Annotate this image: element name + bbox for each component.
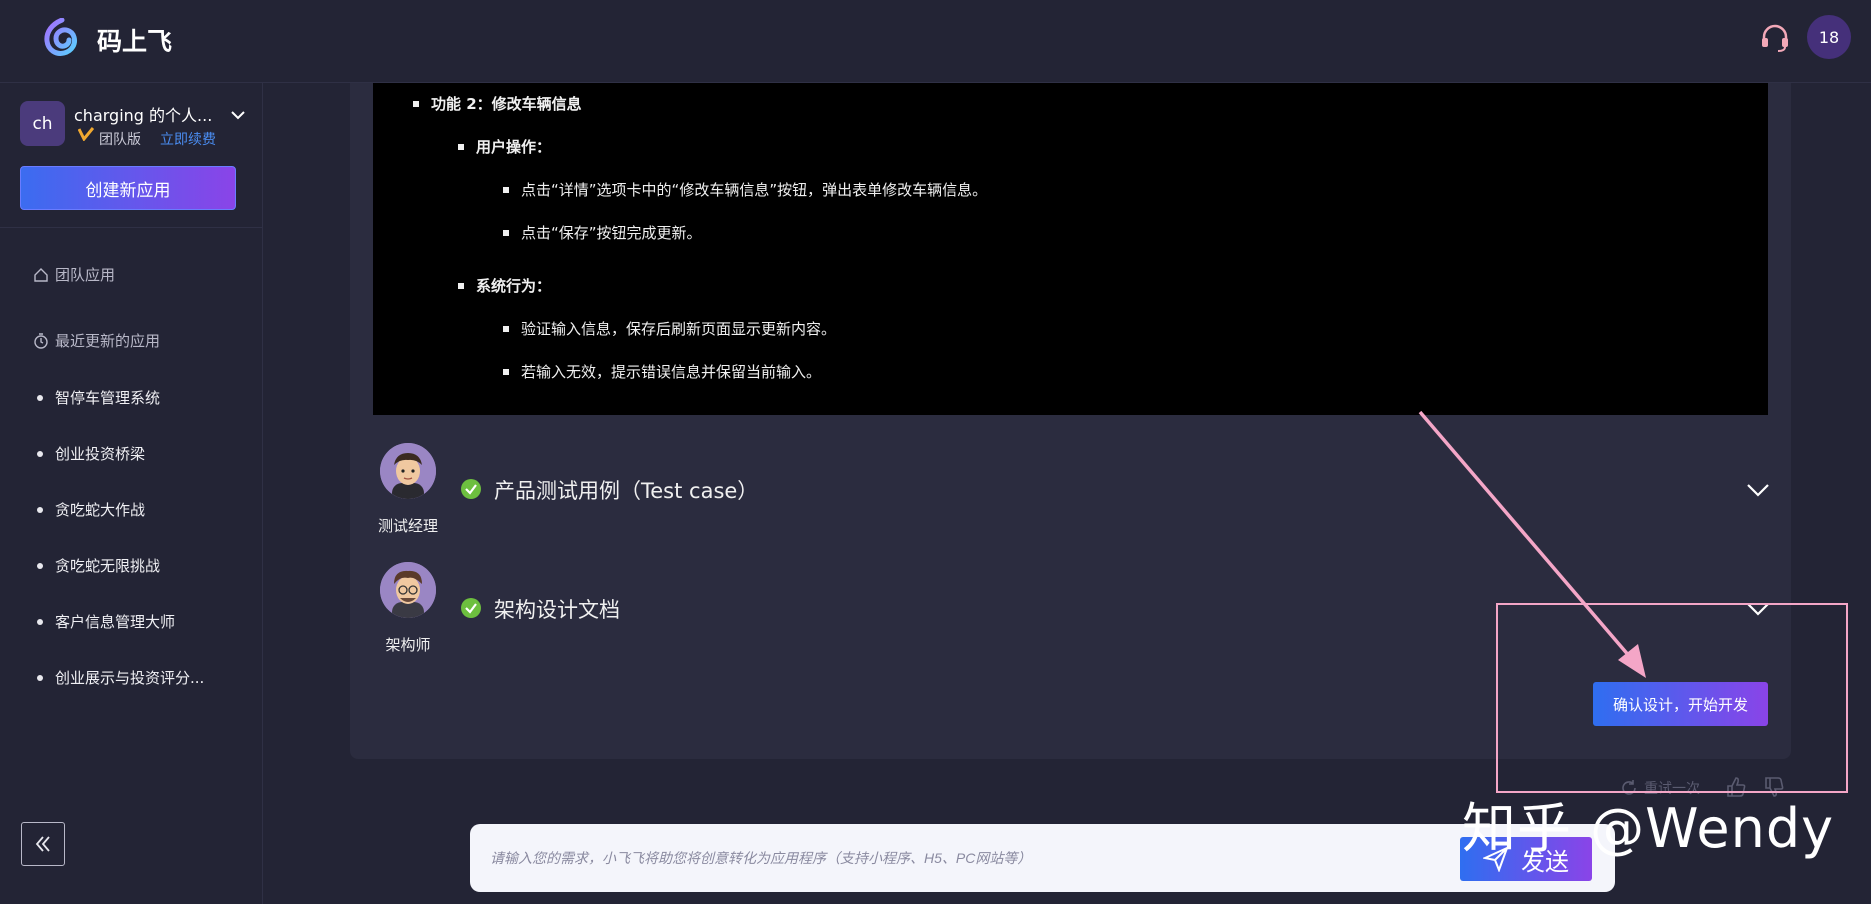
- team-edition: 团队版: [99, 132, 141, 148]
- sidebar-item-label: 团队应用: [55, 266, 116, 284]
- home-icon: [34, 267, 48, 282]
- brand-logo-icon[interactable]: [42, 18, 80, 56]
- sidebar-app-item[interactable]: 创业展示与投资评分...: [37, 667, 204, 688]
- annotation-highlight-box: [1496, 603, 1848, 793]
- bullet-dot: [37, 394, 43, 401]
- sidebar-section-recent: 最近更新的应用: [33, 330, 160, 351]
- architect-avatar: [380, 562, 436, 618]
- sidebar-app-item[interactable]: 智停车管理系统: [37, 387, 160, 408]
- doc-text: 用户操作：: [476, 138, 552, 156]
- bullet-square: [413, 100, 419, 107]
- doc-heading: 功能 2：修改车辆信息: [413, 93, 582, 114]
- person-avatar-icon: [380, 443, 436, 499]
- create-app-button[interactable]: 创建新应用: [20, 166, 236, 210]
- sidebar-app-item[interactable]: 创业投资桥梁: [37, 443, 145, 464]
- bullet-dot: [37, 674, 43, 681]
- app-name: 贪吃蛇大作战: [55, 501, 146, 519]
- doc-item: 若输入无效，提示错误信息并保留当前输入。: [503, 361, 821, 382]
- check-circle-icon: [461, 479, 481, 499]
- doc-subheading: 系统行为：: [458, 275, 551, 296]
- doc-item: 点击“详情”选项卡中的“修改车辆信息”按钮，弹出表单修改车辆信息。: [503, 179, 987, 200]
- doc-item: 验证输入信息，保存后刷新页面显示更新内容。: [503, 318, 836, 339]
- doc-text: 点击“详情”选项卡中的“修改车辆信息”按钮，弹出表单修改车辆信息。: [521, 181, 988, 199]
- app-header: 码上飞 18: [0, 0, 1871, 83]
- app-name: 贪吃蛇无限挑战: [55, 557, 161, 575]
- doc-text: 功能 2：修改车辆信息: [431, 95, 582, 113]
- app-name: 创业展示与投资评分...: [55, 669, 205, 687]
- headset-support-icon[interactable]: [1758, 21, 1792, 55]
- chevron-down-icon[interactable]: [1746, 482, 1770, 498]
- app-name: 创业投资桥梁: [55, 445, 146, 463]
- bullet-dot: [37, 618, 43, 625]
- check-circle-icon: [461, 598, 481, 618]
- bullet-square: [503, 229, 509, 236]
- watermark-text: 知乎 @Wendy: [1462, 797, 1835, 860]
- chevron-down-icon[interactable]: [230, 107, 246, 123]
- double-chevron-left-icon: [35, 836, 50, 852]
- bullet-dot: [37, 450, 43, 457]
- vip-badge-icon: [78, 127, 94, 141]
- team-avatar[interactable]: ch: [20, 101, 65, 146]
- doc-text: 若输入无效，提示错误信息并保留当前输入。: [521, 363, 822, 381]
- bullet-dot: [37, 562, 43, 569]
- doc-item: 点击“保存”按钮完成更新。: [503, 222, 702, 243]
- sidebar-divider: [0, 227, 263, 228]
- team-name[interactable]: charging 的个人...: [74, 102, 212, 126]
- chat-input-bar: 发送: [470, 824, 1615, 892]
- sidebar-app-item[interactable]: 贪吃蛇无限挑战: [37, 555, 160, 576]
- requirement-input[interactable]: [490, 838, 1450, 878]
- test-manager-avatar: [380, 443, 436, 499]
- agent-output-title[interactable]: 产品测试用例（Test case）: [494, 475, 758, 505]
- agent-output-title[interactable]: 架构设计文档: [494, 594, 620, 624]
- app-name: 客户信息管理大师: [55, 613, 176, 631]
- bullet-square: [458, 282, 464, 289]
- agent-role-label: 测试经理: [377, 517, 438, 535]
- app-name: 智停车管理系统: [55, 389, 161, 407]
- sidebar-item-team-apps[interactable]: 团队应用: [33, 264, 115, 285]
- sidebar-section-label: 最近更新的应用: [55, 332, 161, 350]
- bullet-dot: [37, 506, 43, 513]
- renew-link[interactable]: 立即续费: [160, 129, 216, 149]
- sidebar: ch charging 的个人... 团队版 立即续费 创建新应用 团队应用 最…: [0, 83, 263, 904]
- brand-name: 码上飞: [97, 27, 173, 56]
- doc-text: 点击“保存”按钮完成更新。: [521, 224, 702, 242]
- user-avatar[interactable]: 18: [1807, 15, 1851, 59]
- agent-role-label: 架构师: [385, 636, 431, 654]
- doc-text: 系统行为：: [476, 277, 552, 295]
- bullet-square: [503, 186, 509, 193]
- sidebar-app-item[interactable]: 贪吃蛇大作战: [37, 499, 145, 520]
- doc-text: 验证输入信息，保存后刷新页面显示更新内容。: [521, 320, 837, 338]
- collapse-sidebar-button[interactable]: [21, 822, 65, 866]
- sidebar-app-item[interactable]: 客户信息管理大师: [37, 611, 175, 632]
- bullet-square: [458, 143, 464, 150]
- clock-icon: [34, 332, 48, 349]
- person-avatar-icon: [380, 562, 436, 618]
- requirements-document: 功能 2：修改车辆信息 用户操作： 点击“详情”选项卡中的“修改车辆信息”按钮，…: [373, 83, 1768, 415]
- bullet-square: [503, 325, 509, 332]
- bullet-square: [503, 368, 509, 375]
- doc-subheading: 用户操作：: [458, 136, 551, 157]
